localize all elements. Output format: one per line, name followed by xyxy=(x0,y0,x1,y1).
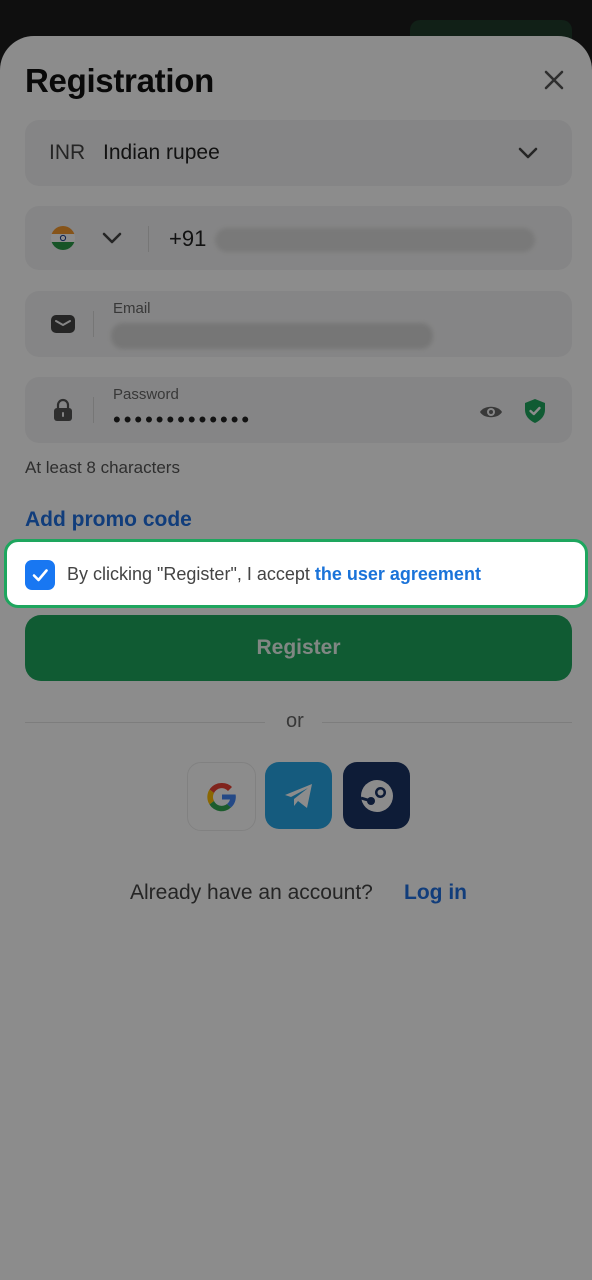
password-label: Password xyxy=(113,386,179,403)
register-button[interactable]: Register xyxy=(25,615,572,681)
google-icon xyxy=(206,782,236,811)
checkmark-icon xyxy=(32,569,48,582)
email-divider xyxy=(93,311,94,337)
email-label: Email xyxy=(113,300,151,317)
page-title: Registration xyxy=(25,62,214,99)
divider-or: or xyxy=(286,710,304,732)
login-link[interactable]: Log in xyxy=(404,881,467,905)
google-login-button[interactable] xyxy=(187,762,256,831)
add-promo-code-link[interactable]: Add promo code xyxy=(25,508,192,532)
email-value-redacted[interactable] xyxy=(111,323,433,349)
chevron-down-icon xyxy=(518,147,538,159)
steam-icon xyxy=(360,779,393,812)
registration-sheet: Registration INR Indian rupee +91 Email … xyxy=(0,36,592,1280)
telegram-login-button[interactable] xyxy=(265,762,332,829)
telegram-icon xyxy=(284,783,312,808)
agreement-checkbox[interactable] xyxy=(25,560,55,590)
divider-line-left xyxy=(25,722,265,723)
eye-icon[interactable] xyxy=(478,399,504,425)
agreement-prefix: By clicking "Register", I accept xyxy=(67,564,315,584)
password-hint: At least 8 characters xyxy=(25,458,180,477)
phone-country-code: +91 xyxy=(169,226,207,251)
currency-code: INR xyxy=(49,141,86,164)
already-have-account-text: Already have an account? xyxy=(130,881,373,904)
shield-check-icon xyxy=(525,399,545,423)
currency-name: Indian rupee xyxy=(103,141,220,164)
phone-field[interactable]: +91 xyxy=(25,206,572,270)
agreement-row[interactable]: By clicking "Register", I accept the use… xyxy=(4,539,588,608)
country-chevron-down-icon[interactable] xyxy=(99,225,125,251)
password-field[interactable]: Password ••••••••••••• xyxy=(25,377,572,443)
phone-number-redacted[interactable] xyxy=(215,228,535,252)
divider-line-right xyxy=(322,722,572,723)
agreement-text: By clicking "Register", I accept the use… xyxy=(67,564,481,585)
steam-login-button[interactable] xyxy=(343,762,410,829)
close-icon[interactable] xyxy=(540,66,568,94)
lock-icon xyxy=(54,398,72,421)
user-agreement-link[interactable]: the user agreement xyxy=(315,564,481,584)
currency-select[interactable]: INR Indian rupee xyxy=(25,120,572,186)
mail-icon xyxy=(51,315,75,333)
password-value[interactable]: ••••••••••••• xyxy=(113,407,252,433)
india-flag-icon[interactable] xyxy=(51,226,75,250)
email-field[interactable]: Email xyxy=(25,291,572,357)
phone-divider xyxy=(148,226,149,252)
password-divider xyxy=(93,397,94,423)
